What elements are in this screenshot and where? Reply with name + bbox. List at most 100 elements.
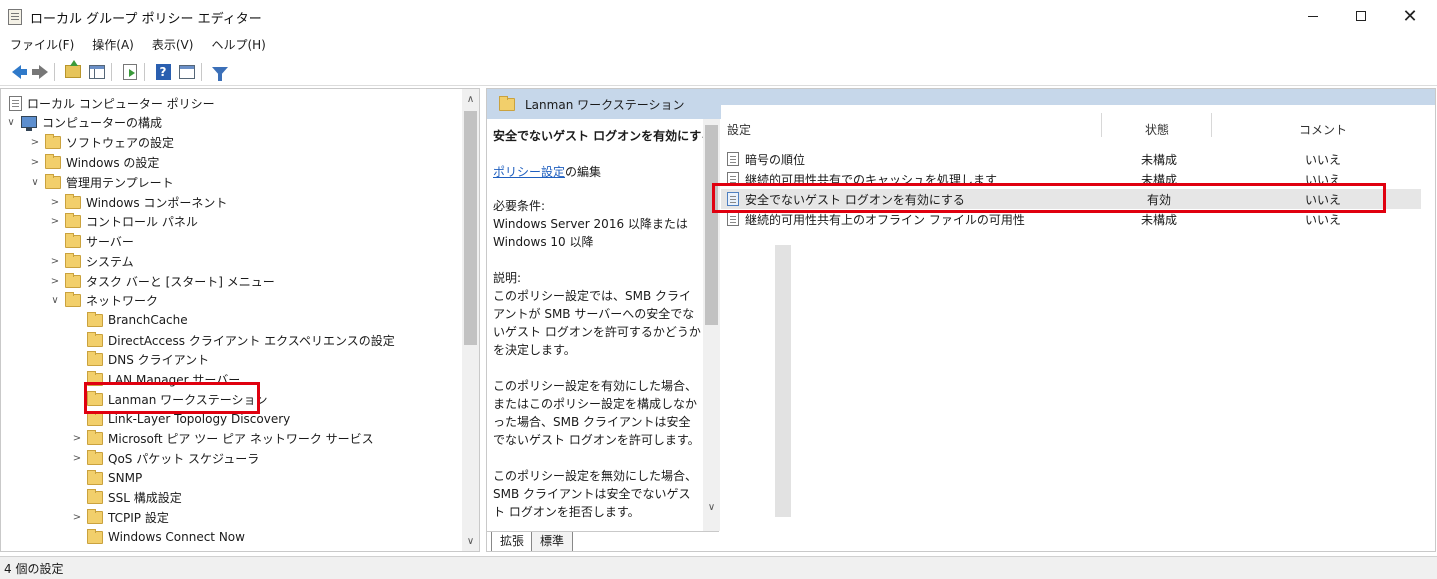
tree-item-label: SNMP	[108, 471, 143, 485]
tree-item-network[interactable]: ∨ ネットワーク	[49, 290, 158, 310]
up-one-level-button[interactable]	[63, 60, 83, 82]
chevron-right-icon[interactable]: >	[71, 433, 83, 444]
setting-comment: いいえ	[1305, 153, 1342, 167]
forward-button[interactable]	[30, 62, 50, 82]
settings-list-header: 設定 状態 コメント	[721, 113, 1421, 139]
maximize-icon	[1356, 11, 1366, 21]
back-arrow-icon	[11, 64, 27, 79]
folder-icon	[65, 212, 81, 228]
tree-item-label: BranchCache	[108, 313, 188, 327]
folder-icon	[65, 252, 81, 268]
tree-item-branchcache[interactable]: BranchCache	[71, 310, 188, 330]
maximize-button[interactable]	[1338, 0, 1384, 32]
description-title: 安全でないゲスト ログオンを有効にする	[493, 129, 714, 143]
tree-item-tcpip[interactable]: > TCPIP 設定	[71, 507, 169, 527]
setting-state: 未構成	[1141, 153, 1178, 167]
column-divider[interactable]	[1101, 113, 1102, 137]
scroll-up-arrow-icon[interactable]: ∧	[462, 91, 479, 108]
folder-icon	[87, 469, 103, 485]
column-divider[interactable]	[1211, 113, 1212, 137]
column-header-state[interactable]: 状態	[1145, 121, 1169, 138]
tree-item-label: SSL 構成設定	[108, 490, 182, 505]
chevron-down-icon[interactable]: ∨	[49, 295, 61, 306]
tree-item-system[interactable]: > システム	[49, 251, 134, 271]
export-list-button[interactable]	[120, 62, 140, 82]
tree-item-taskbar-start-menu[interactable]: > タスク バーと [スタート] メニュー	[49, 271, 275, 291]
tree-item-label: ソフトウェアの設定	[66, 135, 175, 150]
column-header-setting[interactable]: 設定	[727, 121, 751, 138]
back-button[interactable]	[6, 62, 27, 82]
view-button[interactable]	[177, 62, 197, 82]
edit-policy-link[interactable]: ポリシー設定	[493, 165, 565, 179]
tree-item-server[interactable]: サーバー	[49, 231, 134, 251]
tab-standard[interactable]: 標準	[531, 532, 574, 551]
tree-item-ssl-settings[interactable]: SSL 構成設定	[71, 487, 182, 507]
tree-item-label: QoS パケット スケジューラ	[108, 451, 260, 466]
view-tabs: 拡張 標準	[487, 531, 719, 551]
tree-item-label: Windows コンポーネント	[86, 195, 228, 210]
tree-item-dns-client[interactable]: DNS クライアント	[71, 349, 209, 369]
tree-item-directaccess[interactable]: DirectAccess クライアント エクスペリエンスの設定	[71, 330, 395, 350]
chevron-right-icon[interactable]: >	[49, 197, 61, 208]
minimize-button[interactable]	[1290, 0, 1336, 32]
minimize-icon	[1308, 15, 1318, 17]
status-text: 4 個の設定	[4, 561, 64, 576]
tree-item-windows-connect-now[interactable]: Windows Connect Now	[71, 527, 245, 547]
description-scroll-thumb[interactable]	[705, 125, 718, 325]
chevron-right-icon[interactable]: >	[71, 512, 83, 523]
help-button[interactable]: ?	[153, 62, 173, 82]
tree-item-control-panel[interactable]: > コントロール パネル	[49, 211, 198, 231]
toolbar-separator	[54, 62, 55, 81]
setting-row[interactable]: 暗号の順位 未構成 いいえ	[721, 149, 1421, 169]
chevron-right-icon[interactable]: >	[49, 276, 61, 287]
show-hide-tree-icon	[89, 64, 105, 79]
chevron-right-icon[interactable]: >	[49, 256, 61, 267]
forward-arrow-icon	[31, 64, 48, 79]
tree-item-windows-settings[interactable]: > Windows の設定	[29, 152, 159, 172]
scroll-down-arrow-icon[interactable]: ∨	[462, 533, 479, 550]
menu-view[interactable]: 表示(V)	[143, 34, 203, 56]
chevron-right-icon[interactable]: >	[71, 453, 83, 464]
tree-item-computer-configuration[interactable]: ∨ コンピューターの構成	[5, 112, 162, 132]
tree-item-software-settings[interactable]: > ソフトウェアの設定	[29, 132, 174, 152]
tree-scroll-thumb[interactable]	[464, 111, 477, 345]
chevron-right-icon[interactable]: >	[29, 157, 41, 168]
folder-icon	[45, 153, 61, 169]
tree-item-microsoft-p2p[interactable]: > Microsoft ピア ツー ピア ネットワーク サービス	[71, 428, 374, 448]
tree-item-label: ネットワーク	[86, 293, 159, 308]
description-scrollbar[interactable]: ∨	[703, 119, 720, 531]
chevron-down-icon[interactable]: ∨	[5, 117, 17, 128]
tree-scrollbar[interactable]: ∧ ∨	[462, 89, 479, 551]
description-pane: 安全でないゲスト ログオンを有効にする ポリシー設定の編集 必要条件: Wind…	[487, 119, 719, 531]
folder-icon	[65, 291, 81, 307]
tree-item-windows-components[interactable]: > Windows コンポーネント	[49, 192, 227, 212]
close-icon: ✕	[1402, 5, 1418, 27]
settings-pane: Lanman ワークステーション 安全でないゲスト ログオンを有効にする ポリシ…	[486, 88, 1436, 552]
filter-button[interactable]	[210, 62, 230, 82]
setting-comment: いいえ	[1305, 213, 1342, 227]
gpedit-app-icon	[8, 9, 22, 25]
menu-bar: ファイル(F) 操作(A) 表示(V) ヘルプ(H)	[0, 34, 1437, 56]
toolbar-separator	[144, 62, 145, 81]
folder-icon	[65, 193, 81, 209]
tree-item-label: DNS クライアント	[108, 352, 210, 367]
chevron-down-icon[interactable]: ∨	[29, 177, 41, 188]
settings-list: 設定 状態 コメント 暗号の順位 未構成 いいえ 継続的可用性共有でのキャッシュ…	[721, 105, 1435, 531]
menu-file[interactable]: ファイル(F)	[0, 34, 83, 56]
description-text: 必要条件: Windows Server 2016 以降または Windows …	[493, 199, 701, 519]
column-header-comment[interactable]: コメント	[1299, 121, 1347, 138]
close-button[interactable]: ✕	[1387, 0, 1433, 32]
tab-extended[interactable]: 拡張	[491, 532, 534, 551]
folder-icon	[87, 331, 103, 347]
menu-help[interactable]: ヘルプ(H)	[202, 34, 274, 56]
chevron-right-icon[interactable]: >	[29, 137, 41, 148]
chevron-right-icon[interactable]: >	[49, 216, 61, 227]
menu-action[interactable]: 操作(A)	[83, 34, 143, 56]
tree-item-qos[interactable]: > QoS パケット スケジューラ	[71, 448, 259, 468]
scroll-down-arrow-icon[interactable]: ∨	[703, 499, 720, 516]
tree-item-administrative-templates[interactable]: ∨ 管理用テンプレート	[29, 172, 174, 192]
tree-item-local-computer-policy[interactable]: ローカル コンピューター ポリシー	[5, 93, 215, 113]
setting-state: 未構成	[1141, 213, 1178, 227]
tree-item-snmp[interactable]: SNMP	[71, 468, 142, 488]
show-hide-tree-button[interactable]	[87, 62, 107, 82]
